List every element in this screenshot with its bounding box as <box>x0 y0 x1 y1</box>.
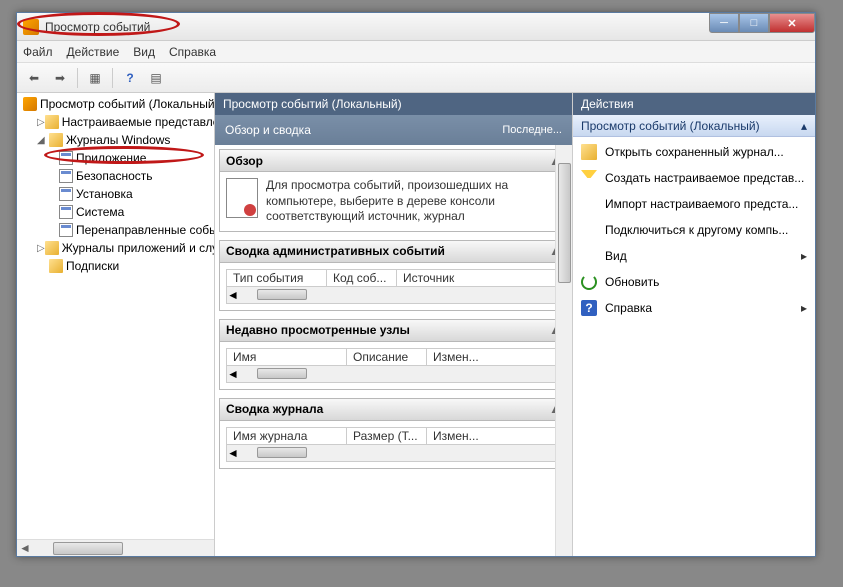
tree-application[interactable]: Приложение <box>19 149 212 167</box>
overview-text: Для просмотра событий, произошедших на к… <box>266 178 561 225</box>
menu-help[interactable]: Справка <box>169 45 216 59</box>
tree-system[interactable]: Система <box>19 203 212 221</box>
overview-panel: Обзор▲ Для просмотра событий, произошедш… <box>219 149 568 232</box>
recent-panel: Недавно просмотренные узлы▲ Имя Описание… <box>219 319 568 390</box>
admin-summary-panel: Сводка административных событий▲ Тип соб… <box>219 240 568 311</box>
help-icon: ? <box>581 300 597 316</box>
menubar: Файл Действие Вид Справка <box>17 41 815 63</box>
tree-subscriptions[interactable]: Подписки <box>19 257 212 275</box>
tree-windows-logs[interactable]: ◢Журналы Windows <box>19 131 212 149</box>
action-help[interactable]: ?Справка▸ <box>573 295 815 321</box>
summary-hscroll[interactable]: ◄ <box>226 445 561 462</box>
summary-columns[interactable]: Имя журнала Размер (Т... Измен... <box>226 427 561 445</box>
forward-button[interactable]: ➡ <box>49 67 71 89</box>
titlebar[interactable]: Просмотр событий ─ □ ✕ <box>17 13 815 41</box>
summary-header[interactable]: Сводка журнала▲ <box>220 399 567 421</box>
actions-subheader[interactable]: Просмотр событий (Локальный)▴ <box>573 115 815 137</box>
recent-columns[interactable]: Имя Описание Измен... <box>226 348 561 366</box>
maximize-button[interactable]: □ <box>739 13 769 33</box>
admin-hscroll[interactable]: ◄ <box>226 287 561 304</box>
menu-view[interactable]: Вид <box>133 45 155 59</box>
recent-hscroll[interactable]: ◄ <box>226 366 561 383</box>
action-connect[interactable]: Подключиться к другому компь... <box>573 217 815 243</box>
tree-forwarded[interactable]: Перенаправленные события <box>19 221 212 239</box>
tree-setup[interactable]: Установка <box>19 185 212 203</box>
admin-header[interactable]: Сводка административных событий▲ <box>220 241 567 263</box>
filter-icon <box>581 170 597 186</box>
toolbar: ⬅ ➡ ▦ ? ▤ <box>17 63 815 93</box>
action-refresh[interactable]: Обновить <box>573 269 815 295</box>
overview-icon <box>226 178 258 218</box>
overview-header[interactable]: Обзор▲ <box>220 150 567 172</box>
menu-action[interactable]: Действие <box>67 45 120 59</box>
blank-icon <box>581 196 597 212</box>
tree-panel: Просмотр событий (Локальный) ▷Настраивае… <box>17 93 215 556</box>
tree-root[interactable]: Просмотр событий (Локальный) <box>19 95 212 113</box>
help-button[interactable]: ? <box>119 67 141 89</box>
actions-panel: Действия Просмотр событий (Локальный)▴ О… <box>573 93 815 556</box>
tree-app-services[interactable]: ▷Журналы приложений и служб <box>19 239 212 257</box>
app-icon <box>23 19 39 35</box>
tree-security[interactable]: Безопасность <box>19 167 212 185</box>
action-import-view[interactable]: Импорт настраиваемого предста... <box>573 191 815 217</box>
action-view[interactable]: Вид▸ <box>573 243 815 269</box>
tree-custom-views[interactable]: ▷Настраиваемые представления <box>19 113 212 131</box>
show-hide-button[interactable]: ▦ <box>84 67 106 89</box>
log-summary-panel: Сводка журнала▲ Имя журнала Размер (Т...… <box>219 398 568 469</box>
recent-header[interactable]: Недавно просмотренные узлы▲ <box>220 320 567 342</box>
action-create-view[interactable]: Создать настраиваемое представ... <box>573 165 815 191</box>
folder-icon <box>581 144 597 160</box>
center-subheader: Обзор и сводка Последне... <box>215 115 572 145</box>
center-vscroll[interactable] <box>555 145 572 556</box>
back-button[interactable]: ⬅ <box>23 67 45 89</box>
window-title: Просмотр событий <box>45 20 150 34</box>
refresh-icon <box>581 274 597 290</box>
center-header: Просмотр событий (Локальный) <box>215 93 572 115</box>
event-viewer-window: Просмотр событий ─ □ ✕ Файл Действие Вид… <box>16 12 816 557</box>
blank-icon <box>581 222 597 238</box>
minimize-button[interactable]: ─ <box>709 13 739 33</box>
tree-hscroll[interactable]: ◄ <box>17 539 214 556</box>
properties-button[interactable]: ▤ <box>145 67 167 89</box>
admin-columns[interactable]: Тип события Код соб... Источник <box>226 269 561 287</box>
close-button[interactable]: ✕ <box>769 13 815 33</box>
actions-header: Действия <box>573 93 815 115</box>
action-open-saved[interactable]: Открыть сохраненный журнал... <box>573 139 815 165</box>
menu-file[interactable]: Файл <box>23 45 53 59</box>
blank-icon <box>581 248 597 264</box>
center-panel: Просмотр событий (Локальный) Обзор и сво… <box>215 93 573 556</box>
